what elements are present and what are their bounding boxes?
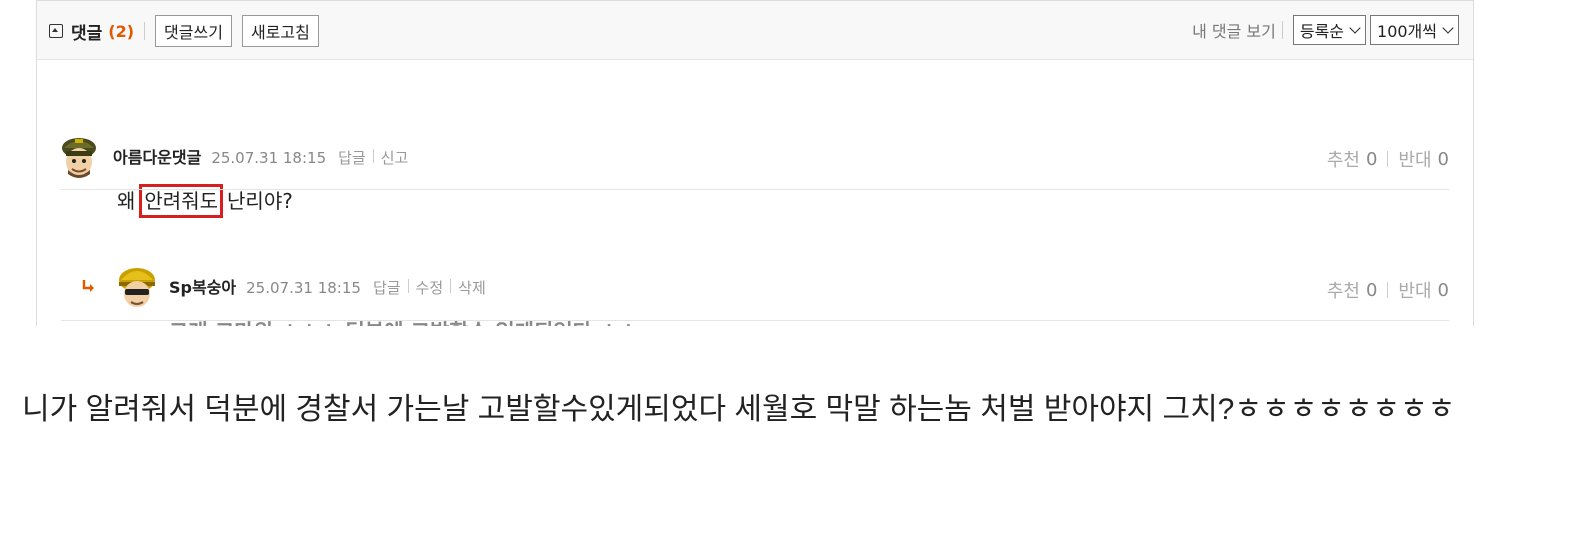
reply-text: 그래 고마워 ㅎㅎㅎ 덕분에 고발할수 있게되었다 ㅎㅎ <box>169 316 638 326</box>
comments-header: 댓글 (2) 댓글쓰기 새로고침 내 댓글 보기 등록순 100개씩 <box>37 1 1473 60</box>
sort-select-value: 등록순 <box>1299 22 1345 41</box>
oppose-count: 0 <box>1437 148 1449 170</box>
comment-divider <box>61 320 1449 321</box>
divider <box>1281 21 1283 39</box>
reply-nickname[interactable]: Sp복숭아 <box>169 274 236 298</box>
reply-arrow-icon <box>82 280 94 292</box>
comments-section: 댓글 (2) 댓글쓰기 새로고침 내 댓글 보기 등록순 100개씩 아름다운댓… <box>36 0 1474 326</box>
refresh-button[interactable]: 새로고침 <box>241 15 319 47</box>
divider <box>450 279 452 293</box>
divider <box>407 279 409 293</box>
recommend-button[interactable]: 추천 <box>1327 277 1360 303</box>
collapse-toggle-icon[interactable] <box>49 24 63 38</box>
edit-link[interactable]: 수정 <box>416 277 444 298</box>
divider <box>144 22 146 40</box>
divider <box>1387 151 1389 167</box>
recommend-count: 0 <box>1365 148 1378 170</box>
reply-datetime: 25.07.31 18:15 <box>246 279 361 297</box>
write-comment-button[interactable]: 댓글쓰기 <box>155 15 232 47</box>
reply-link[interactable]: 답글 <box>373 277 401 298</box>
user-avatar-icon[interactable] <box>59 136 99 180</box>
comment-text-after: 난리야? <box>227 189 293 213</box>
comment-nickname[interactable]: 아름다운댓글 <box>113 144 201 168</box>
oppose-button[interactable]: 반대 <box>1398 146 1431 172</box>
comment-text-before: 왜 <box>117 189 136 213</box>
post-body-text: 니가 알려줘서 덕분에 경찰서 가는날 고발할수있게되었다 세월호 막말 하는놈… <box>22 393 1456 426</box>
delete-link[interactable]: 삭제 <box>458 277 486 298</box>
user-avatar-icon[interactable] <box>117 266 157 310</box>
my-comments-link[interactable]: 내 댓글 보기 <box>1192 18 1276 42</box>
oppose-button[interactable]: 반대 <box>1398 277 1431 303</box>
recommend-count: 0 <box>1365 279 1378 301</box>
reply-link[interactable]: 답글 <box>338 147 366 168</box>
chevron-down-icon <box>1349 22 1361 34</box>
chevron-down-icon <box>1442 22 1454 34</box>
report-link[interactable]: 신고 <box>381 147 409 168</box>
comments-count: (2) <box>108 21 135 41</box>
comment-divider <box>61 189 1449 190</box>
per-page-select[interactable]: 100개씩 <box>1370 15 1459 45</box>
sort-select[interactable]: 등록순 <box>1292 15 1367 45</box>
comment-datetime: 25.07.31 18:15 <box>211 149 327 167</box>
oppose-count: 0 <box>1437 279 1449 301</box>
recommend-button[interactable]: 추천 <box>1327 146 1360 172</box>
divider <box>1387 282 1389 298</box>
comments-title: 댓글 <box>71 23 103 44</box>
divider <box>372 149 374 163</box>
per-page-select-value: 100개씩 <box>1377 22 1437 41</box>
